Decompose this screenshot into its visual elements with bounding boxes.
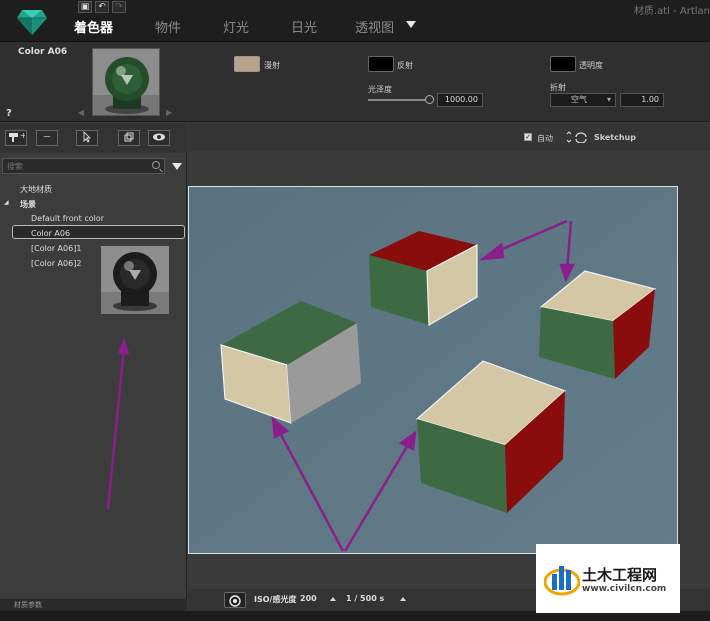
prev-material-icon[interactable]: ◀ <box>78 108 84 117</box>
remove-material-button[interactable]: － <box>36 130 58 146</box>
material-panel: Color A06 ? ◀ ▶ 漫射 反射 透明度 光泽度 1000.00 折射… <box>0 42 710 122</box>
iso-label: ISO/感光度 <box>254 595 297 604</box>
eye-icon <box>153 133 165 141</box>
save-icon[interactable]: ▣ <box>78 1 92 13</box>
duplicate-button[interactable] <box>118 130 140 146</box>
left-panel: + － 大地材质 ◢ 场景 Default front color Color … <box>0 123 187 611</box>
watermark-badge: 土木工程网 www.civilcn.com <box>536 544 680 613</box>
aperture-icon <box>229 595 241 607</box>
main-nav: 着色器 物件 灯光 日光 透视图 <box>60 14 408 40</box>
svg-text:+: + <box>20 131 25 140</box>
transparency-color-swatch[interactable] <box>550 56 576 72</box>
help-icon[interactable]: ? <box>6 108 12 119</box>
reflection-label: 反射 <box>397 61 413 70</box>
gloss-label: 光泽度 <box>368 85 392 94</box>
refraction-value-field[interactable]: 1.00 <box>620 93 664 107</box>
gloss-slider-handle[interactable] <box>425 95 434 104</box>
camera-button[interactable] <box>224 592 246 608</box>
render-area: ✓ 自动 Sketchup ISO/感光度 200 1 / 500 s <box>188 123 710 611</box>
material-sphere-icon <box>101 246 169 314</box>
diffuse-label: 漫射 <box>264 61 280 70</box>
tree-item-color-a06[interactable]: Color A06 <box>31 229 70 238</box>
tree-root-item[interactable]: 大地材质 <box>20 184 52 195</box>
sync-icon[interactable] <box>564 131 588 143</box>
render-toolbar: ✓ 自动 Sketchup <box>188 123 710 151</box>
engine-label: Sketchup <box>594 133 636 142</box>
search-icon[interactable] <box>152 161 160 169</box>
material-preview-thumbnail[interactable] <box>92 48 160 116</box>
tab-heliodons[interactable]: 日光 <box>263 14 331 40</box>
select-tool-button[interactable] <box>76 130 98 146</box>
tree-item-default-front-color[interactable]: Default front color <box>31 214 104 223</box>
visibility-button[interactable] <box>148 130 170 146</box>
render-scene <box>189 187 677 553</box>
tab-objects[interactable]: 物件 <box>127 14 195 40</box>
shutter-up-icon[interactable] <box>400 597 406 601</box>
top-bar: ▣ ↶ ↷ 着色器 物件 灯光 日光 透视图 材质.atl - Artlan <box>0 0 710 42</box>
transparency-label: 透明度 <box>579 61 603 70</box>
quick-toolbar: ▣ ↶ ↷ <box>78 1 126 14</box>
reflection-color-swatch[interactable] <box>368 56 394 72</box>
iso-up-icon[interactable] <box>330 597 336 601</box>
material-sphere-icon <box>93 49 159 115</box>
tree-expand-icon[interactable]: ◢ <box>4 199 9 206</box>
next-material-icon[interactable]: ▶ <box>166 108 172 117</box>
tab-perspectives[interactable]: 透视图 <box>331 14 408 40</box>
search-input[interactable] <box>3 159 148 173</box>
filter-dropdown-icon[interactable] <box>172 163 182 170</box>
gloss-slider-track[interactable] <box>368 99 428 101</box>
window-title: 材质.atl - Artlan <box>633 6 710 17</box>
add-material-button[interactable]: + <box>5 130 27 146</box>
app-window: ▣ ↶ ↷ 着色器 物件 灯光 日光 透视图 材质.atl - Artlan C… <box>0 0 710 621</box>
undo-icon[interactable]: ↶ <box>95 1 109 13</box>
tree-scene-item[interactable]: 场景 <box>20 199 36 210</box>
annotation-arrow-up <box>106 337 130 510</box>
auto-label: 自动 <box>537 134 553 143</box>
tree-item-color-a06-1[interactable]: [Color A06]1 <box>31 244 81 253</box>
diffuse-color-swatch[interactable] <box>234 56 260 72</box>
brush-plus-icon: + <box>9 131 27 142</box>
redo-icon[interactable]: ↷ <box>112 1 126 13</box>
watermark-url: www.civilcn.com <box>582 584 667 594</box>
tab-shaders[interactable]: 着色器 <box>60 14 127 40</box>
tab-lights[interactable]: 灯光 <box>195 14 263 40</box>
hover-material-thumbnail <box>101 246 169 314</box>
gloss-value-field[interactable]: 1000.00 <box>437 93 483 107</box>
nav-dropdown-icon[interactable] <box>406 21 416 28</box>
artlantis-logo-icon <box>17 10 47 35</box>
material-name: Color A06 <box>18 47 68 57</box>
duplicate-icon <box>124 132 134 142</box>
search-box <box>2 158 165 174</box>
render-viewport[interactable] <box>188 186 678 554</box>
cursor-icon <box>83 130 92 143</box>
civilcn-logo-icon <box>544 566 580 596</box>
list-toolbar: + － <box>0 123 187 153</box>
refraction-medium-select[interactable]: 空气 <box>550 93 616 107</box>
auto-checkbox[interactable]: ✓ <box>524 133 532 141</box>
refraction-label: 折射 <box>550 83 566 92</box>
tree-item-color-a06-2[interactable]: [Color A06]2 <box>31 259 81 268</box>
shutter-value[interactable]: 1 / 500 s <box>346 594 384 603</box>
material-params-footer[interactable]: 材质参数 <box>0 599 187 611</box>
iso-value[interactable]: 200 <box>300 594 317 603</box>
watermark-title: 土木工程网 <box>582 566 658 584</box>
